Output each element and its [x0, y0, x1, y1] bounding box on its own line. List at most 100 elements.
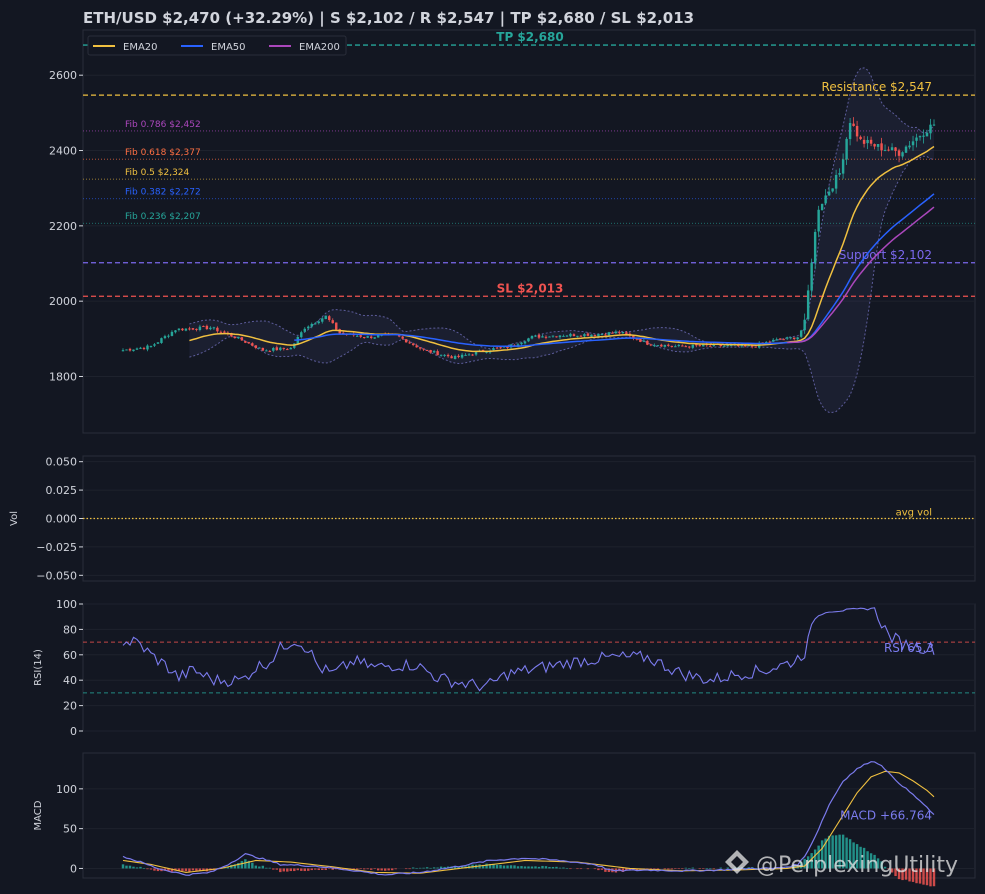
macd-histogram-bar: [128, 865, 132, 869]
candle-down: [880, 143, 883, 151]
macd-histogram-bar: [191, 868, 195, 871]
macd-histogram-bar: [265, 867, 268, 869]
candle-up: [771, 339, 775, 342]
macd-histogram-bar: [684, 867, 688, 869]
rsi-tick-label: 80: [63, 623, 77, 636]
macd-histogram-bar: [373, 868, 376, 870]
candle-up: [911, 141, 915, 146]
candle-down: [618, 332, 621, 334]
candle-up: [834, 174, 838, 189]
candle-down: [852, 123, 855, 126]
candle-up: [492, 348, 495, 351]
macd-histogram-bar: [663, 868, 667, 870]
macd-histogram-bar: [300, 868, 303, 871]
candle-up: [209, 327, 212, 330]
macd-histogram-bar: [184, 868, 188, 872]
fib-label: Fib 0.618 $2,377: [125, 148, 201, 158]
macd-histogram-bar: [597, 868, 600, 871]
candle-up: [258, 347, 261, 349]
candle-up: [915, 137, 918, 141]
macd-histogram-bar: [436, 867, 439, 869]
candle-up: [621, 332, 625, 334]
candle-down: [181, 328, 184, 331]
candle-down: [604, 334, 607, 336]
candle-down: [894, 147, 897, 151]
rsi-panel-frame: [82, 603, 976, 732]
candle-down: [457, 355, 460, 357]
macd-histogram-bar: [258, 866, 261, 869]
macd-histogram-bar: [125, 865, 128, 869]
candle-up: [723, 345, 726, 347]
volume-axis-label: Vol: [9, 511, 20, 526]
candle-up: [523, 341, 527, 344]
candle-down: [649, 344, 653, 346]
candle-up: [177, 328, 181, 330]
macd-histogram-bar: [275, 868, 279, 870]
macd-histogram-bar: [548, 866, 551, 869]
candle-down: [254, 345, 258, 349]
candle-up: [310, 323, 313, 327]
price-tick-label: 1800: [49, 371, 77, 384]
candle-down: [128, 348, 132, 351]
macd-histogram-bar: [261, 865, 265, 869]
macd-histogram-bar: [139, 866, 142, 869]
candle-up: [562, 335, 565, 337]
macd-histogram-bar: [702, 868, 705, 870]
candle-down: [555, 336, 558, 338]
macd-histogram-bar: [135, 867, 139, 869]
candle-down: [572, 334, 576, 337]
candle-up: [530, 335, 534, 339]
candle-up: [439, 354, 443, 356]
macd-histogram-bar: [688, 868, 691, 869]
level-label-tp: TP $2,680: [496, 30, 563, 44]
candle-down: [544, 336, 548, 338]
candle-up: [520, 342, 523, 345]
rsi-axis-label: RSI(14): [33, 649, 44, 686]
price-tick-label: 2000: [49, 295, 77, 308]
volume-tick-label: 0.025: [46, 484, 78, 497]
avg-vol-label: avg vol: [896, 508, 932, 519]
macd-histogram-bar: [586, 868, 590, 870]
candle-up: [265, 350, 268, 352]
macd-histogram-bar: [303, 868, 306, 872]
macd-histogram-bar: [677, 868, 681, 870]
candle-up: [597, 334, 600, 337]
candle-down: [268, 350, 272, 352]
candle-down: [869, 139, 873, 144]
candle-down: [282, 347, 286, 349]
candle-up: [443, 354, 446, 356]
candle-down: [275, 347, 279, 351]
macd-histogram-bar: [146, 868, 149, 870]
candle-up: [929, 124, 932, 134]
candle-up: [373, 337, 376, 339]
macd-histogram-bar: [565, 867, 569, 869]
candle-down: [205, 325, 209, 330]
candle-up: [153, 344, 156, 346]
candle-down: [240, 337, 244, 341]
candle-up: [324, 315, 327, 320]
macd-histogram-bar: [425, 867, 429, 869]
candle-up: [212, 327, 216, 329]
macd-histogram-bar: [653, 868, 656, 870]
candle-down: [660, 344, 663, 347]
candle-down: [223, 331, 226, 333]
candle-down: [195, 328, 198, 330]
price-tick-label: 2200: [49, 220, 77, 233]
macd-histogram-bar: [432, 867, 436, 869]
macd-histogram-bar: [593, 868, 597, 870]
macd-histogram-bar: [181, 868, 184, 871]
fib-label: Fib 0.382 $2,272: [125, 188, 201, 198]
macd-histogram-bar: [415, 867, 418, 869]
macd-histogram-bar: [719, 867, 722, 869]
macd-histogram-bar: [681, 868, 684, 870]
candle-up: [663, 344, 667, 347]
candle-up: [810, 262, 813, 291]
macd-histogram-bar: [530, 866, 534, 869]
candle-down: [646, 340, 649, 345]
candle-down: [639, 339, 642, 342]
candle-down: [233, 336, 237, 339]
candle-down: [188, 328, 191, 330]
macd-histogram-bar: [121, 864, 125, 869]
macd-histogram-bar: [369, 868, 373, 870]
candle-up: [831, 188, 834, 192]
